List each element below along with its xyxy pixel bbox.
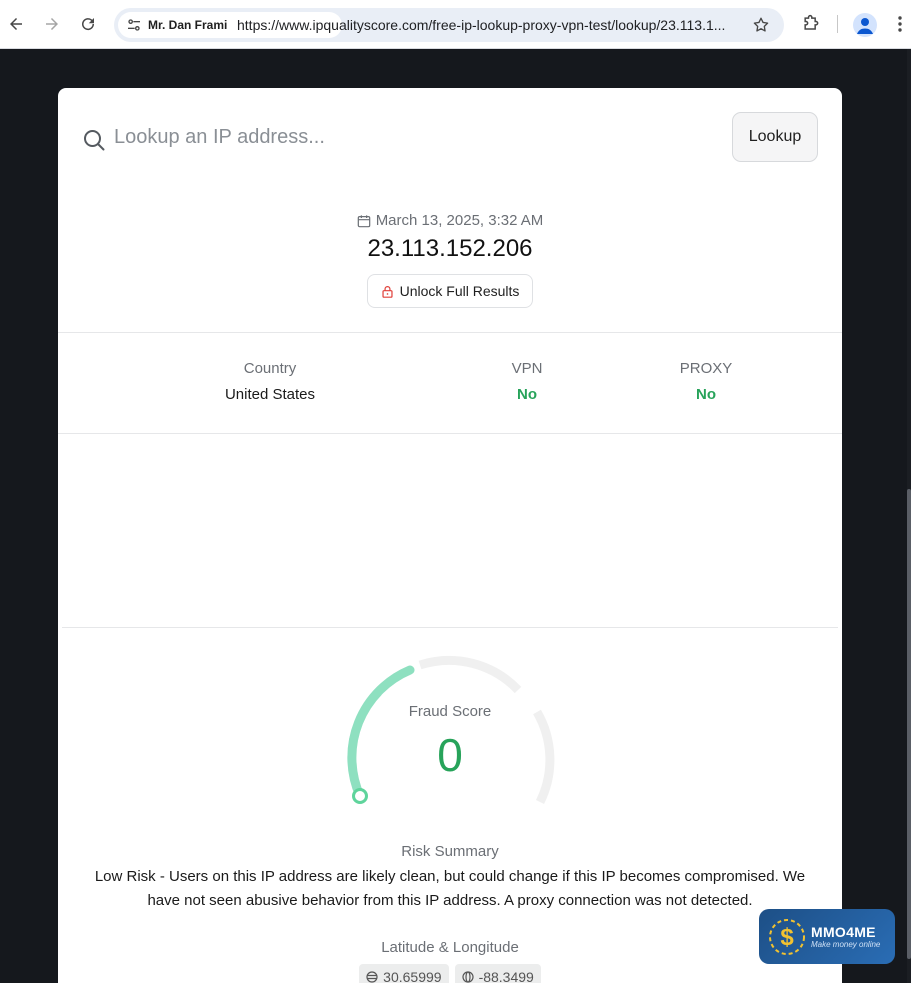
tune-icon xyxy=(128,19,140,31)
risk-summary-text: Low Risk - Users on this IP address are … xyxy=(94,868,806,909)
watermark-tagline: Make money online xyxy=(811,940,881,949)
ip-address: 23.113.152.206 xyxy=(367,235,533,262)
longitude-icon xyxy=(461,971,474,983)
latitude-icon xyxy=(366,971,378,983)
country-value: United States xyxy=(224,386,316,403)
lookup-date-text: March 13, 2025, 3:32 AM xyxy=(375,212,544,229)
reload-icon xyxy=(82,18,95,31)
more-vert-icon xyxy=(898,16,902,32)
calendar-icon xyxy=(357,214,370,227)
longitude-chip: -88.3499 xyxy=(454,964,541,983)
watermark-brand: MMO4ME xyxy=(811,924,876,940)
arrow-right-icon xyxy=(46,18,58,30)
country-stat: Country United States xyxy=(200,360,340,403)
toolbar-divider xyxy=(837,15,838,33)
proxy-label: PROXY xyxy=(679,360,733,377)
gauge-indicator-dot xyxy=(352,788,368,804)
browser-toolbar: Mr. Dan Frami https://www.ipqualityscore… xyxy=(0,0,911,49)
profile-avatar[interactable] xyxy=(853,13,877,37)
longitude-value: -88.3499 xyxy=(478,969,534,983)
section-divider xyxy=(58,332,842,333)
proxy-stat: PROXY No xyxy=(666,360,746,403)
lock-icon xyxy=(382,285,393,298)
gauge-track-top xyxy=(418,655,522,694)
forward-button[interactable] xyxy=(40,12,64,36)
vpn-stat: VPN No xyxy=(487,360,567,403)
ip-search-input[interactable] xyxy=(114,122,714,152)
url-text[interactable]: https://www.ipqualityscore.com/free-ip-l… xyxy=(237,17,725,33)
svg-text:$: $ xyxy=(780,924,794,951)
section-divider xyxy=(58,433,842,434)
fraud-score-value: 0 xyxy=(437,729,463,781)
search-icon xyxy=(84,130,105,151)
lat-long-title: Latitude & Longitude xyxy=(381,939,519,956)
section-divider xyxy=(62,627,838,628)
lookup-button[interactable]: Lookup xyxy=(732,112,818,162)
arrow-left-icon xyxy=(10,18,22,30)
page-scrollbar[interactable] xyxy=(907,49,911,983)
vpn-label: VPN xyxy=(511,360,543,377)
latitude-chip: 30.65999 xyxy=(359,964,449,983)
coordinates: 30.65999 -88.3499 xyxy=(58,964,842,983)
lookup-date: March 13, 2025, 3:32 AM xyxy=(58,212,842,229)
risk-summary-title: Risk Summary xyxy=(401,843,499,860)
latitude-value: 30.65999 xyxy=(383,969,442,983)
mmo4me-watermark: $ MMO4ME Make money online xyxy=(759,909,895,964)
proxy-value: No xyxy=(696,386,716,403)
browser-menu-button[interactable] xyxy=(889,13,911,35)
back-button[interactable] xyxy=(4,12,28,36)
country-label: Country xyxy=(243,360,297,377)
reload-button[interactable] xyxy=(76,12,100,36)
dollar-coin-icon: $ xyxy=(769,918,805,955)
unlock-full-results-button[interactable]: Unlock Full Results xyxy=(366,274,534,308)
lookup-card: Lookup March 13, 2025, 3:32 AM 23.113.15… xyxy=(58,88,842,983)
site-chip-label: Mr. Dan Frami xyxy=(148,18,228,32)
extensions-button[interactable] xyxy=(800,13,822,35)
bookmark-star-icon[interactable] xyxy=(752,16,770,34)
person-icon xyxy=(857,18,873,34)
scrollbar-thumb[interactable] xyxy=(907,489,911,959)
vpn-value: No xyxy=(517,386,537,403)
address-bar[interactable]: Mr. Dan Frami https://www.ipqualityscore… xyxy=(114,8,784,42)
unlock-label: Unlock Full Results xyxy=(399,283,520,299)
puzzle-icon xyxy=(804,14,819,30)
fraud-score-label: Fraud Score xyxy=(408,703,492,720)
